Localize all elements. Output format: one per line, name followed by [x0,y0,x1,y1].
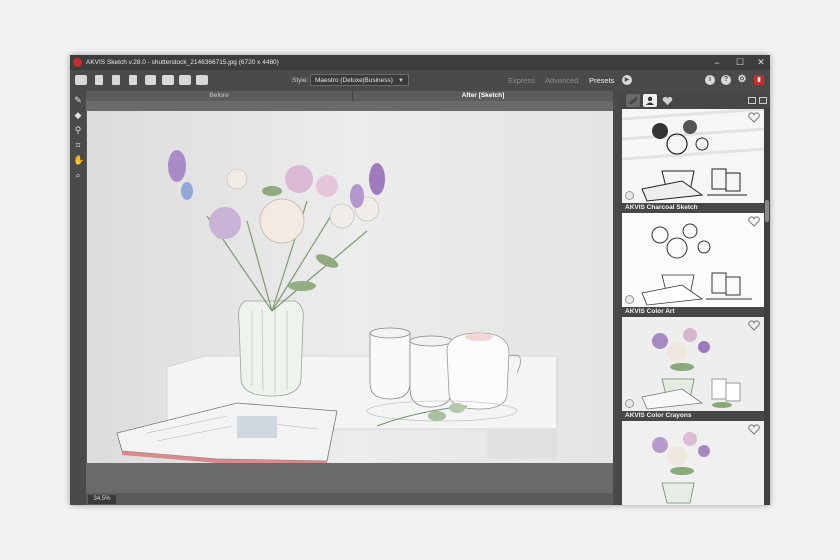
batch-icon[interactable] [162,75,174,85]
zoom-icon[interactable]: ⌕ [73,170,83,180]
favorite-heart-icon[interactable] [748,112,760,123]
brush-icon [628,96,638,105]
preset-item[interactable]: AKVIS Color Crayons [622,317,764,420]
preset-thumbnail [622,421,764,505]
print-icon[interactable] [145,75,156,85]
preset-settings-icon[interactable] [625,191,634,200]
preset-settings-icon[interactable] [625,399,634,408]
minimize-button[interactable]: − [706,55,728,70]
heart-icon [662,96,673,105]
canvas-top-margin [86,101,613,111]
preset-settings-icon[interactable] [625,295,634,304]
style-dropdown-value: Maestro (Deluxe|Business) [315,77,393,84]
user-icon [646,96,654,105]
akvis-logo-icon [73,58,82,67]
share-icon[interactable] [179,75,191,85]
mode-advanced-button[interactable]: Advanced [545,76,578,85]
title-bar: AKVIS Sketch v.28.0 - shutterstock_21463… [70,55,770,70]
mode-presets-button[interactable]: Presets [589,76,614,85]
home-icon[interactable] [75,75,87,85]
maximize-button[interactable]: ☐ [729,55,751,70]
hand-icon[interactable]: ✋ [73,155,84,165]
tab-after[interactable]: After [Sketch] [353,91,613,101]
canvas-bottom-margin [86,463,613,493]
style-label: Style: [292,77,309,84]
pencil-icon[interactable]: ✎ [73,95,83,105]
grid-view-icon[interactable] [759,97,767,104]
style-dropdown[interactable]: Maestro (Deluxe|Business) ▼ [310,74,409,86]
tab-presets-user[interactable] [643,94,657,107]
close-button[interactable]: ✕ [750,55,770,70]
preset-item[interactable]: AKVIS Charcoal Sketch [622,109,764,212]
preset-label: AKVIS Color Art [622,307,764,316]
preset-label: AKVIS Charcoal Sketch [622,203,764,212]
window-title: AKVIS Sketch v.28.0 - shutterstock_21463… [86,59,279,66]
preset-thumbnail [622,109,764,203]
tab-presets-favorites[interactable] [660,94,674,107]
plugin-icon[interactable] [196,75,208,85]
list-view-icon[interactable] [748,97,756,104]
zoom-level[interactable]: 34.5% [88,495,116,504]
tools-panel: ✎ ◆ ⚲ ⌗ ✋ ⌕ [70,91,86,505]
help-icon[interactable]: ? [721,75,731,85]
main-toolbar: Style: Maestro (Deluxe|Business) ▼ Expre… [70,70,770,92]
run-play-icon[interactable]: ▶ [622,75,632,85]
preset-label: AKVIS Color Crayons [622,411,764,420]
crop-icon[interactable]: ⌗ [73,140,83,150]
chevron-down-icon: ▼ [398,78,404,84]
preset-list: AKVIS Charcoal Sketch AKVIS Color Art AK… [619,108,770,505]
favorite-heart-icon[interactable] [748,216,760,227]
preset-scrollbar-thumb[interactable] [765,200,769,222]
favorite-heart-icon[interactable] [748,424,760,435]
tab-presets-all[interactable] [626,94,640,107]
presets-panel: AKVIS Charcoal Sketch AKVIS Color Art AK… [619,91,770,505]
stamp-icon[interactable]: ⚲ [73,125,83,135]
tab-before[interactable]: Before [86,91,353,101]
view-tabs: Before After [Sketch] [86,91,613,101]
save-icon[interactable] [112,75,120,85]
eraser-icon[interactable]: ◆ [73,110,83,120]
preset-item[interactable] [622,421,764,505]
favorite-heart-icon[interactable] [748,320,760,331]
mode-express-button[interactable]: Express [508,76,535,85]
settings-gear-icon[interactable]: ⚙ [737,75,747,85]
preset-item[interactable]: AKVIS Color Art [622,213,764,316]
info-icon[interactable]: i [705,75,715,85]
preset-thumbnail [622,317,764,411]
book-icon[interactable]: ▮ [754,75,764,85]
app-window: AKVIS Sketch v.28.0 - shutterstock_21463… [70,55,770,505]
sketch-image[interactable] [87,111,613,463]
preset-scrollbar[interactable] [764,108,770,505]
canvas-area: Before After [Sketch] 34.5% [86,91,613,505]
export-icon[interactable] [129,75,137,85]
preset-thumbnail [622,213,764,307]
open-icon[interactable] [95,75,103,85]
